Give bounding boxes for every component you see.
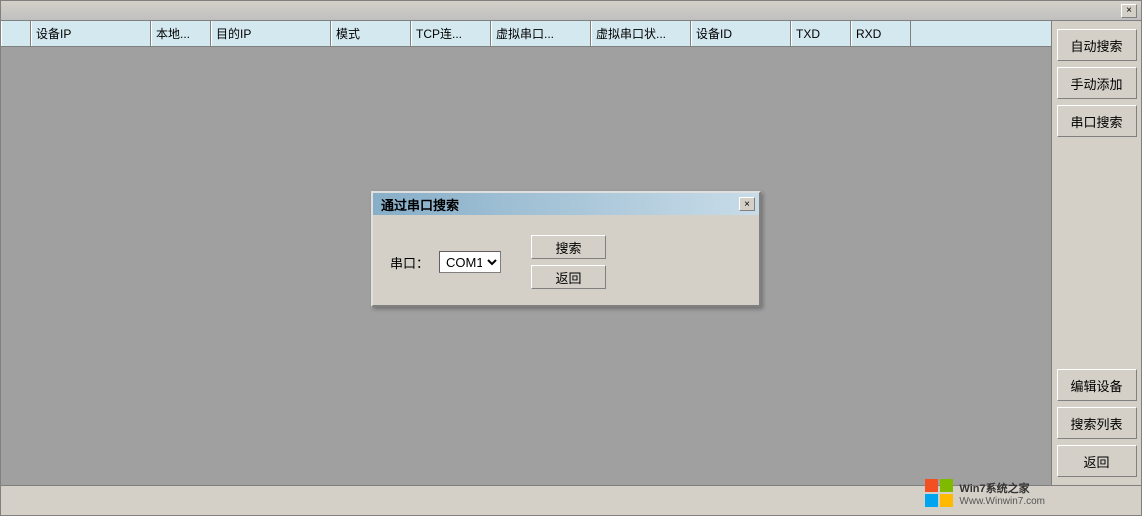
dialog-search-button[interactable]: 搜索	[531, 235, 606, 259]
dialog-buttons: 搜索 返回	[531, 235, 606, 289]
modal-overlay: 通过串口搜索 × 串口： COM1 COM2 COM3 COM4	[1, 1, 1141, 515]
dialog-title: 通过串口搜索	[381, 195, 459, 214]
main-window: × 设备IP 本地... 目的IP 模式 TCP连... 虚拟串口... 虚拟串…	[0, 0, 1142, 516]
dialog-title-bar: 通过串口搜索 ×	[373, 193, 759, 215]
serial-search-dialog: 通过串口搜索 × 串口： COM1 COM2 COM3 COM4	[371, 191, 761, 307]
serial-label: 串口：	[389, 253, 429, 272]
dialog-close-button[interactable]: ×	[739, 197, 755, 211]
dialog-back-button[interactable]: 返回	[531, 265, 606, 289]
dialog-serial-row: 串口： COM1 COM2 COM3 COM4 搜索 返回	[389, 235, 743, 289]
serial-select-wrapper[interactable]: COM1 COM2 COM3 COM4	[439, 251, 501, 273]
dialog-content: 串口： COM1 COM2 COM3 COM4 搜索 返回	[373, 215, 759, 305]
serial-select[interactable]: COM1 COM2 COM3 COM4	[440, 252, 500, 272]
